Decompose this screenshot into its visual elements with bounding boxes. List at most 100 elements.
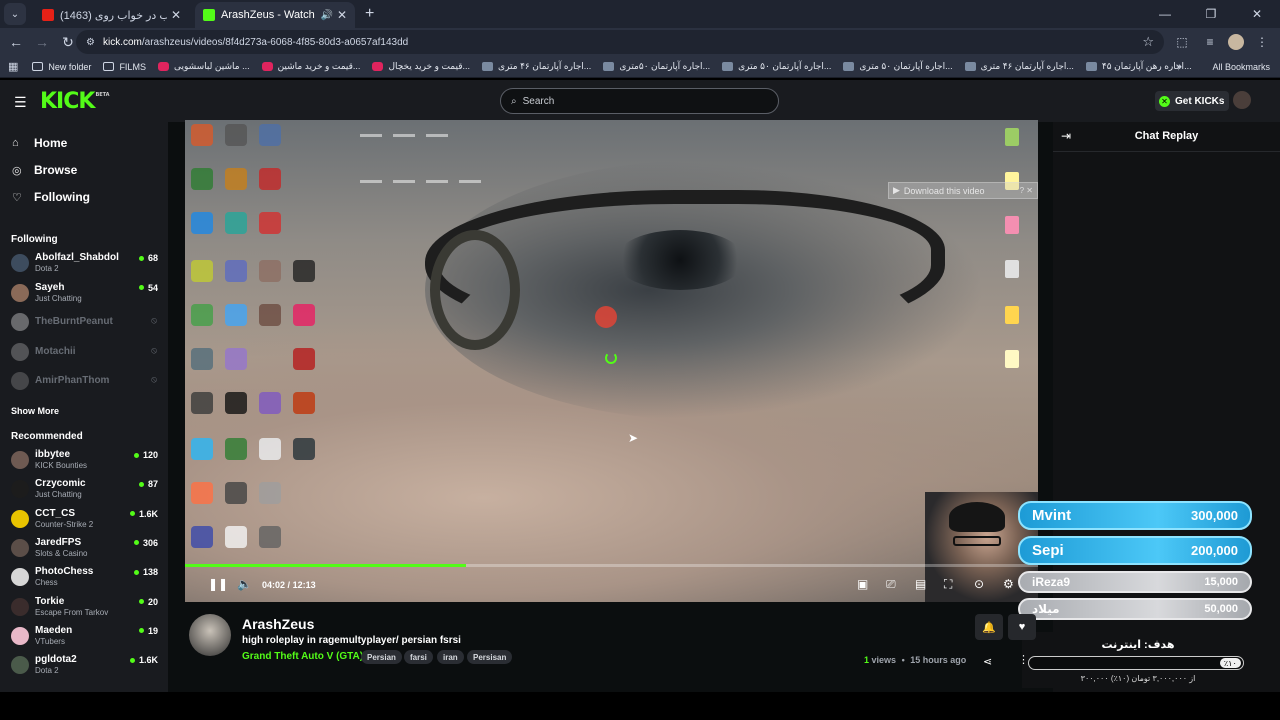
tab-title: ArashZeus - Watch the VOD: [221, 9, 316, 21]
nav-home[interactable]: ⌂ Home: [12, 136, 67, 150]
channel-avatar: [11, 283, 29, 302]
site-info-icon[interactable]: ⚙: [86, 37, 95, 48]
bookmark-label: قیمت و خرید ماشین...: [277, 61, 361, 71]
tag-chip[interactable]: Persian: [361, 650, 402, 664]
sidebar-channel[interactable]: ibbytee KICK Bounties 120: [11, 447, 161, 473]
sidebar-channel[interactable]: Abolfazl_Shabdol Dota 2 68: [11, 250, 161, 276]
tab-title: (1463) ازپاشیدن آب در خواب روی: [60, 9, 167, 22]
sidebar-channel[interactable]: JaredFPS Slots & Casino 306: [11, 535, 161, 561]
sidebar-channel[interactable]: Maeden VTubers 19: [11, 623, 161, 649]
back-icon[interactable]: ←: [4, 30, 28, 54]
desktop-icon: [293, 260, 315, 282]
profile-avatar[interactable]: [1228, 34, 1244, 50]
sidebar-channel[interactable]: Motachii ⦸: [11, 339, 161, 365]
share-icon[interactable]: ⋖: [983, 655, 992, 668]
theater-mode-icon[interactable]: ▤: [915, 577, 926, 591]
video-frame-lens: [430, 230, 520, 350]
channel-avatar: [11, 313, 29, 331]
follow-heart-button[interactable]: ♥: [1008, 614, 1036, 640]
sidebar-channel[interactable]: pgldota2 Dota 2 1.6K: [11, 652, 161, 678]
minimize-icon[interactable]: —: [1142, 0, 1188, 28]
streamer-name[interactable]: ArashZeus: [242, 616, 314, 632]
sidebar-channel[interactable]: PhotoChess Chess 138: [11, 564, 161, 590]
offline-icon: ⦸: [151, 374, 157, 384]
bookmark-item[interactable]: اجاره آپارتمان ۵۰ متری...: [843, 61, 953, 72]
close-tab-icon[interactable]: ✕: [171, 8, 181, 22]
bookmark-item[interactable]: اجاره آپارتمان ۴۶ متری...: [482, 61, 591, 72]
tag-chip[interactable]: farsi: [404, 650, 433, 664]
bookmark-star-icon[interactable]: ☆: [1142, 34, 1154, 50]
media-control-icon[interactable]: ≡: [1200, 32, 1220, 52]
webcam-glasses: [953, 536, 1001, 546]
kick-logo[interactable]: KICKBETA: [40, 89, 110, 114]
category-link[interactable]: Grand Theft Auto V (GTA): [242, 651, 363, 662]
bookmark-item[interactable]: اجاره آپارتمان ۴۶ متری...: [964, 61, 1074, 72]
close-window-icon[interactable]: ✕: [1234, 0, 1280, 28]
menu-kebab-icon[interactable]: ⋮: [1252, 32, 1272, 52]
bookmarks-overflow-icon[interactable]: »: [1176, 61, 1182, 73]
download-video-button[interactable]: ▶ Download this video ? ✕: [888, 182, 1038, 199]
folder-icon: [32, 62, 44, 71]
get-kicks-button[interactable]: ✕ Get KICKs: [1155, 91, 1229, 111]
sidebar-channel[interactable]: Crzycomic Just Chatting 87: [11, 476, 161, 502]
bookmark-new-folder[interactable]: New folder: [32, 62, 91, 72]
settings-gear-icon[interactable]: ⚙: [1003, 577, 1014, 591]
nav-label: Home: [34, 136, 68, 150]
bookmark-item[interactable]: قیمت و خرید یخچال...: [372, 61, 470, 72]
hamburger-menu-icon[interactable]: ☰: [14, 94, 27, 111]
bookmark-item[interactable]: قیمت و خرید ماشین...: [261, 61, 361, 72]
close-tab-icon[interactable]: ✕: [337, 8, 347, 22]
desktop-icon: [225, 212, 247, 234]
sidebar-channel[interactable]: TheBurntPeanut ⦸: [11, 309, 161, 335]
streamer-avatar[interactable]: [189, 614, 231, 656]
show-more-button[interactable]: Show More: [11, 406, 59, 416]
bookmark-item[interactable]: ماشین لباسشویی ...: [157, 61, 250, 72]
tag-chip[interactable]: Persisan: [467, 650, 513, 664]
forward-icon[interactable]: →: [30, 30, 54, 54]
bookmark-label: اجاره آپارتمان ۵۰ متری...: [859, 61, 953, 71]
extensions-icon[interactable]: ⬚: [1172, 32, 1192, 52]
viewer-count: 120: [133, 450, 158, 460]
sidebar-channel[interactable]: CCT_CS Counter-Strike 2 1.6K: [11, 506, 161, 532]
pause-icon[interactable]: ❚❚: [208, 577, 228, 591]
more-options-icon[interactable]: ⋮: [1018, 653, 1029, 666]
tab-search-button[interactable]: ⌄: [4, 3, 26, 25]
bookmark-films[interactable]: FILMS: [103, 62, 146, 72]
new-tab-button[interactable]: +: [365, 5, 374, 23]
restore-icon[interactable]: ❐: [1188, 0, 1234, 28]
fullscreen-icon[interactable]: ⛶: [944, 577, 952, 592]
viewer-count: 19: [138, 626, 158, 636]
nav-following[interactable]: ♡ Following: [12, 190, 90, 204]
all-bookmarks-button[interactable]: All Bookmarks: [1212, 62, 1270, 72]
volume-icon[interactable]: 🔈: [237, 577, 252, 591]
live-dot-icon: [138, 285, 144, 290]
bookmark-item[interactable]: اجاره آپارتمان ۵۰ متری...: [722, 61, 831, 72]
user-avatar[interactable]: [1233, 91, 1251, 109]
browser-tab-kick[interactable]: ArashZeus - Watch the VOD 🔊 ✕: [195, 2, 355, 28]
notification-bell-button[interactable]: 🔔: [975, 614, 1003, 640]
miniplayer-icon[interactable]: ▣: [857, 577, 868, 591]
address-bar[interactable]: ⚙ kick.com /arashzeus/videos/8f4d273a-60…: [76, 30, 1164, 54]
toolbar-actions: ⬚ ≡ ⋮: [1172, 30, 1272, 54]
channel-category: Slots & Casino: [35, 548, 88, 558]
apps-grid-icon[interactable]: ▦: [8, 60, 18, 73]
viewer-count: 87: [138, 479, 158, 489]
sidebar-channel[interactable]: Sayeh Just Chatting 54: [11, 280, 161, 306]
viewer-count-value: 54: [147, 282, 158, 293]
playback-speed-icon[interactable]: ⊙: [974, 577, 984, 591]
clip-icon[interactable]: ⎚: [886, 577, 896, 592]
nav-browse[interactable]: ◎ Browse: [12, 163, 77, 177]
sidebar-channel[interactable]: Torkie Escape From Tarkov 20: [11, 594, 161, 620]
browser-tab-youtube[interactable]: (1463) ازپاشیدن آب در خواب روی ✕: [34, 2, 189, 28]
video-title: high roleplay in ragemultyplayer/ persia…: [242, 635, 461, 646]
speaker-icon[interactable]: 🔊: [320, 10, 332, 21]
search-input[interactable]: ⌕ Search: [500, 88, 779, 114]
tag-chip[interactable]: iran: [437, 650, 464, 664]
recommended-section-title: Recommended: [11, 431, 83, 442]
bookmark-item[interactable]: اجاره آپارتمان ۵۰متری...: [603, 61, 710, 72]
sidebar-channel[interactable]: AmirPhanThom ⦸: [11, 368, 161, 394]
current-time: 04:02: [262, 580, 286, 590]
download-help-close-icon[interactable]: ? ✕: [1020, 186, 1033, 195]
desktop-icon: [259, 304, 281, 326]
live-dot-icon: [138, 628, 144, 634]
